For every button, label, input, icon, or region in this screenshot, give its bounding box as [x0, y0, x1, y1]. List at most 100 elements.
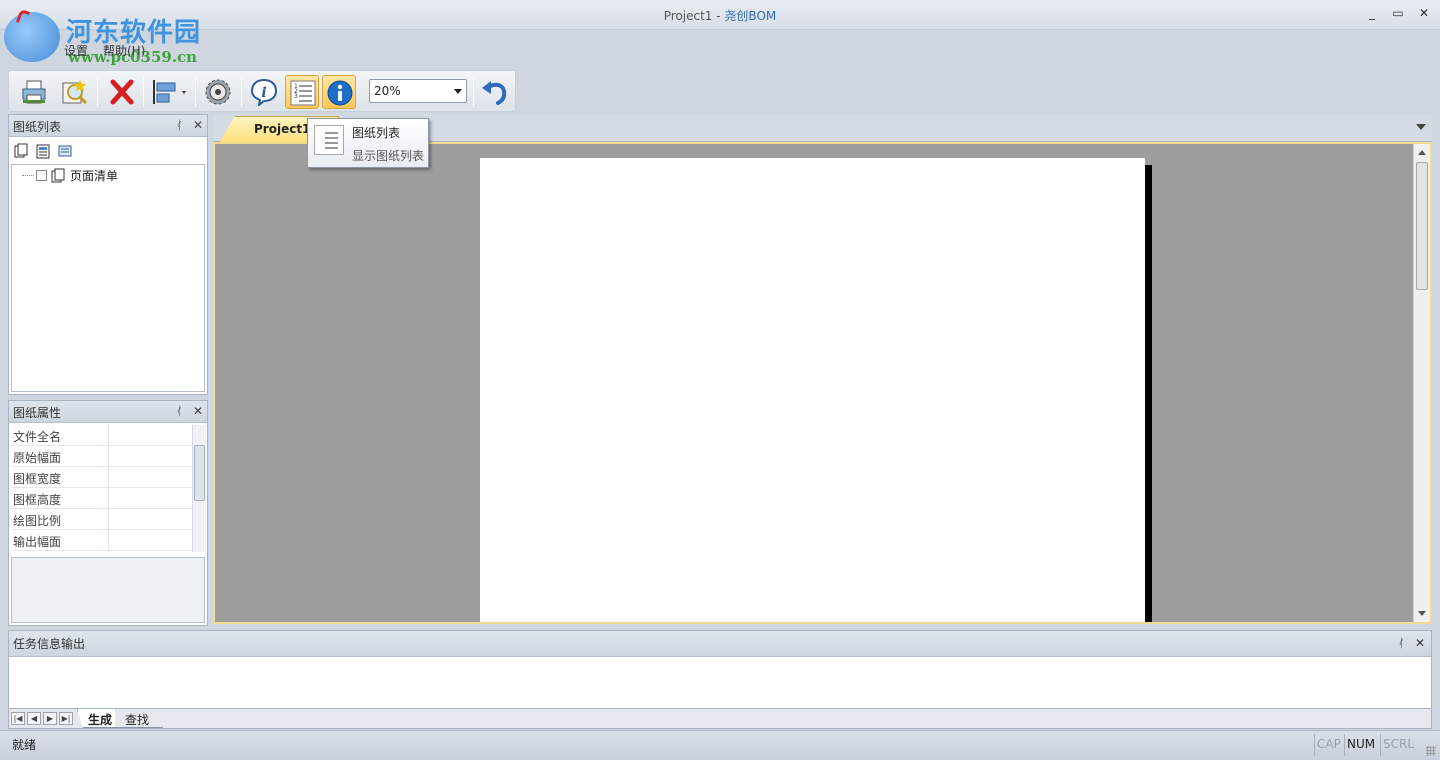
- property-name: 原始幅面: [11, 446, 109, 466]
- toolbar-separator: [143, 77, 144, 107]
- property-description: [11, 557, 205, 623]
- tree-connector: [22, 175, 34, 176]
- drawing-properties-panel: 图纸属性 ᚰ ✕ 文件全名 原始幅面 图框宽度 图框高度 绘图比例 输出幅面: [8, 400, 208, 626]
- close-icon[interactable]: ✕: [193, 404, 203, 418]
- pin-icon[interactable]: ᚰ: [176, 118, 183, 132]
- status-bar: 就绪 CAP NUM SCRL: [0, 730, 1440, 760]
- settings-button[interactable]: [201, 75, 235, 109]
- drawing-list-button[interactable]: 1 2 3: [285, 75, 319, 109]
- property-name: 图框宽度: [11, 467, 109, 487]
- zoom-select[interactable]: 20%: [369, 79, 467, 103]
- toolbar-separator: [195, 77, 196, 107]
- tree-item-label: 页面清单: [70, 169, 119, 183]
- undo-icon: [482, 81, 507, 105]
- scroll-up-icon[interactable]: [1418, 150, 1426, 155]
- tree-checkbox[interactable]: [36, 170, 47, 181]
- prev-tab-icon[interactable]: ◀: [27, 712, 41, 725]
- property-name: 文件全名: [11, 425, 109, 445]
- scrollbar-thumb[interactable]: [194, 445, 205, 501]
- last-tab-icon[interactable]: ▶|: [59, 712, 73, 725]
- tooltip-title: 图纸列表: [352, 126, 401, 140]
- title-separator: -: [712, 9, 725, 23]
- print-icon: [22, 80, 46, 104]
- first-tab-icon[interactable]: |◀: [11, 712, 25, 725]
- layout-icon: [153, 80, 186, 104]
- svg-text:3: 3: [294, 93, 298, 100]
- scrollbar-thumb[interactable]: [1416, 162, 1428, 290]
- property-row[interactable]: 绘图比例: [11, 509, 194, 530]
- property-scrollbar[interactable]: [192, 425, 206, 552]
- window-title: Project1 - 尧创BOM: [0, 7, 1440, 24]
- property-row[interactable]: 文件全名: [11, 425, 194, 446]
- window-controls: _ ▭ ✕: [1366, 6, 1430, 20]
- properties-button[interactable]: [322, 75, 356, 109]
- print-button[interactable]: [17, 75, 51, 109]
- undo-button[interactable]: [477, 75, 511, 109]
- title-project: Project1: [663, 9, 713, 23]
- tree-item-page-list[interactable]: 页面清单: [22, 167, 118, 184]
- toolbar-separator: [97, 77, 98, 107]
- menu-help[interactable]: 帮助(H): [103, 42, 145, 59]
- title-bar: Project1 - 尧创BOM _ ▭ ✕: [0, 0, 1440, 30]
- menu-settings[interactable]: 设置: [64, 42, 88, 59]
- title-app-name: 尧创BOM: [724, 9, 777, 23]
- new-page-icon[interactable]: [13, 143, 29, 159]
- tab-search[interactable]: 查找: [115, 709, 163, 728]
- property-row[interactable]: 原始幅面: [11, 446, 194, 467]
- output-tabstrip: |◀ ◀ ▶ ▶| 生成 查找: [9, 708, 1431, 728]
- output-header: 任务信息输出 ᚰ ✕: [9, 631, 1431, 657]
- close-button[interactable]: ✕: [1418, 6, 1430, 20]
- resize-grip-icon[interactable]: [1426, 746, 1436, 756]
- status-text: 就绪: [12, 738, 37, 752]
- svg-text:i: i: [261, 85, 266, 101]
- drawing-list-icon: [314, 125, 344, 155]
- delete-icon: [110, 79, 134, 105]
- menu-bar: 设置 帮助(H): [0, 40, 1440, 60]
- page-shadow: [1145, 165, 1152, 622]
- settings-disc-icon: [205, 79, 231, 105]
- minimize-button[interactable]: _: [1366, 6, 1378, 20]
- drawing-list-title: 图纸列表: [13, 120, 62, 134]
- drawing-list-icon: 1 2 3: [290, 80, 316, 106]
- zoom-value: 20%: [374, 84, 401, 98]
- delete-button[interactable]: [105, 75, 139, 109]
- property-row[interactable]: 图框高度: [11, 488, 194, 509]
- drawing-list-panel: 图纸列表 ᚰ ✕ 页面清单: [8, 114, 208, 395]
- open-list-icon[interactable]: [35, 143, 51, 159]
- list-view-icon[interactable]: [57, 143, 73, 159]
- scroll-down-icon[interactable]: [1418, 611, 1426, 616]
- output-title: 任务信息输出: [13, 637, 86, 651]
- layout-dropdown-button[interactable]: [149, 75, 191, 109]
- maximize-button[interactable]: ▭: [1392, 6, 1404, 20]
- property-row[interactable]: 图框宽度: [11, 467, 194, 488]
- property-name: 输出幅面: [11, 530, 109, 550]
- property-name: 图框高度: [11, 488, 109, 508]
- close-icon[interactable]: ✕: [1415, 636, 1425, 650]
- property-row[interactable]: 输出幅面: [11, 530, 194, 551]
- scrl-indicator: SCRL: [1380, 734, 1416, 756]
- property-grid: 文件全名 原始幅面 图框宽度 图框高度 绘图比例 输出幅面: [11, 425, 194, 551]
- about-button[interactable]: i: [247, 75, 281, 109]
- preview-button[interactable]: [57, 75, 91, 109]
- main-toolbar: i 1 2 3 20%: [8, 70, 516, 112]
- drawing-properties-title: 图纸属性: [13, 406, 62, 420]
- pin-icon[interactable]: ᚰ: [176, 404, 183, 418]
- output-panel: 任务信息输出 ᚰ ✕ |◀ ◀ ▶ ▶| 生成 查找: [8, 630, 1432, 729]
- pin-icon[interactable]: ᚰ: [1398, 636, 1405, 650]
- tooltip: 图纸列表 显示图纸列表: [307, 118, 429, 168]
- chevron-down-icon: [454, 89, 462, 94]
- close-icon[interactable]: ✕: [193, 118, 203, 132]
- property-name: 绘图比例: [11, 509, 109, 529]
- page-icon: [51, 168, 65, 182]
- drawing-list-tools: [13, 143, 73, 159]
- preview-icon: [62, 80, 88, 105]
- drawing-list-header: 图纸列表 ᚰ ✕: [9, 115, 207, 137]
- drawing-properties-header: 图纸属性 ᚰ ✕: [9, 401, 207, 423]
- drawing-canvas[interactable]: [213, 142, 1432, 624]
- drawing-page[interactable]: [480, 158, 1145, 622]
- chevron-down-icon[interactable]: [1416, 124, 1426, 130]
- canvas-scrollbar[interactable]: [1413, 144, 1430, 622]
- num-indicator: NUM: [1344, 734, 1377, 756]
- next-tab-icon[interactable]: ▶: [43, 712, 57, 725]
- info-bubble-icon: i: [250, 78, 278, 106]
